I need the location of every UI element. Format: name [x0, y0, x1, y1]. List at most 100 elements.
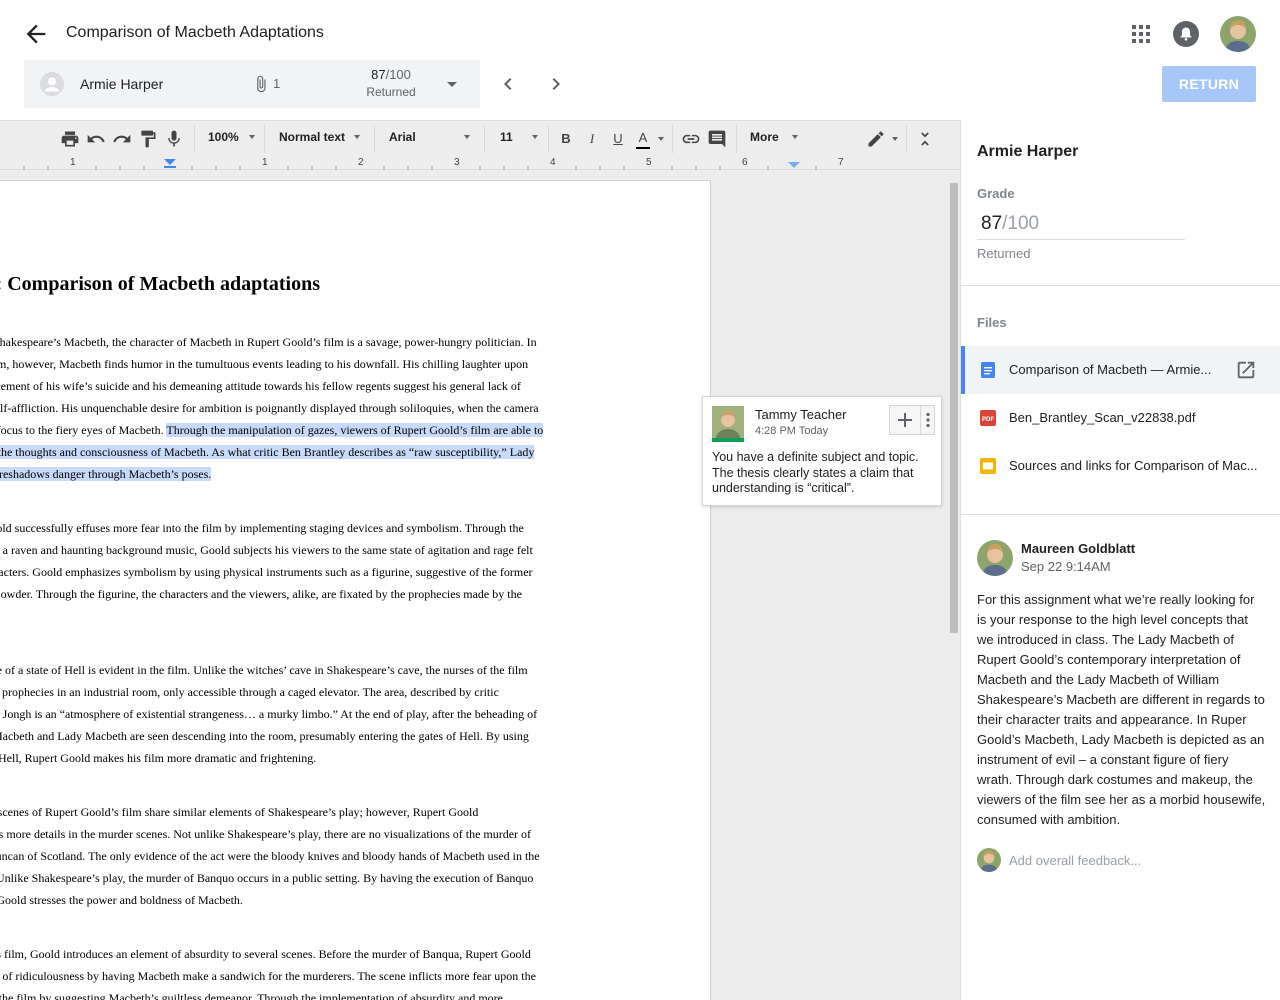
document-editor: 100% Normal text Arial 11 B I U A More 1… — [0, 120, 960, 1000]
paragraph-style-value: Normal text — [279, 130, 346, 144]
add-comment-icon[interactable] — [707, 129, 727, 149]
text-run: presence of a state of Hell is evident i… — [0, 663, 528, 677]
text-run: wers of the film by suggesting Macbeth’s… — [0, 991, 504, 1000]
text-line: plements more details in the murder scen… — [0, 823, 600, 845]
text-run: King Duncan of Scotland. The only eviden… — [0, 849, 540, 863]
ruler-ticks — [23, 159, 817, 170]
italic-button[interactable]: I — [582, 129, 602, 149]
comment-text: You have a definite subject and topic. T… — [712, 450, 919, 495]
file-name: Ben_Brantley_Scan_v22838.pdf — [1009, 410, 1196, 425]
comment-actions — [889, 405, 935, 435]
grading-panel: Armie Harper Grade 87/100 Returned Files… — [960, 120, 1280, 1000]
return-button[interactable]: RETURN — [1162, 66, 1256, 102]
grade-label: Grade — [977, 186, 1015, 201]
feedback-author: Maureen Goldblatt — [1021, 541, 1136, 556]
student-dropdown-icon[interactable] — [442, 74, 462, 94]
paragraph-style-select[interactable]: Normal text — [279, 130, 363, 148]
text-run: s a twist of ridiculousness by having Ma… — [0, 969, 536, 983]
essay-paragraph: presence of a state of Hell is evident i… — [0, 659, 600, 769]
add-plus-icon[interactable] — [890, 406, 920, 434]
text-line: King Duncan of Scotland. The only eviden… — [0, 845, 600, 867]
document-page[interactable]: ssay: Comparison of Macbeth adaptations … — [0, 180, 711, 1000]
scrollbar-thumb[interactable] — [950, 183, 958, 633]
google-slides-icon — [979, 457, 997, 475]
text-run: ane of Cowder. Through the figurine, the… — [0, 587, 522, 601]
ruler-number: 7 — [838, 157, 844, 168]
google-docs-icon — [979, 361, 997, 379]
font-select[interactable]: Arial — [389, 130, 473, 148]
attachment-count: 1 — [273, 76, 281, 91]
text-line: ane of Cowder. Through the figurine, the… — [0, 583, 600, 605]
panel-grade-total: /100 — [1002, 213, 1040, 234]
grade-value: 87 — [371, 67, 386, 82]
teacher-avatar — [977, 540, 1013, 576]
print-icon[interactable] — [60, 129, 80, 149]
notifications-bell-icon[interactable] — [1172, 20, 1200, 48]
divider — [961, 285, 1280, 286]
microphone-icon[interactable] — [164, 129, 184, 149]
comment-card[interactable]: Tammy Teacher 4:28 PM Today You have a d… — [702, 396, 942, 506]
student-grade: 87/100 Returned — [360, 67, 422, 99]
text-run: cution. Unlike Shakespeare’s play, the m… — [0, 871, 534, 885]
text-line: aking of a raven and haunting background… — [0, 539, 600, 561]
feedback-time: Sep 22 9:14AM — [1021, 559, 1111, 574]
font-size-select[interactable]: 11 — [500, 130, 542, 148]
text-line: cbeth foreshadows danger through Macbeth… — [0, 463, 600, 485]
font-size-value: 11 — [500, 130, 513, 144]
ruler-number: 6 — [742, 157, 748, 168]
ruler-number: 5 — [646, 157, 652, 168]
student-name: Armie Harper — [80, 76, 164, 92]
student-selector[interactable]: Armie Harper 1 87/100 Returned — [24, 60, 480, 108]
apps-grid-icon[interactable] — [1131, 24, 1151, 44]
text-line: holas de Jongh is an “atmosphere of exis… — [0, 703, 600, 725]
open-in-new-icon[interactable] — [1235, 359, 1257, 381]
more-menu[interactable]: More — [750, 130, 800, 148]
more-menu-label: More — [750, 130, 779, 144]
files-label: Files — [977, 315, 1007, 330]
editing-mode-pencil-icon[interactable] — [866, 129, 900, 149]
text-line: old’s film, however, Macbeth finds humor… — [0, 353, 600, 375]
essay-paragraph: ough his film, Goold introduces an eleme… — [0, 943, 600, 1000]
insert-link-icon[interactable] — [681, 129, 701, 149]
text-color-letter: A — [636, 129, 650, 149]
highlighted-text: erience the thoughts and consciousness o… — [0, 445, 535, 459]
highlighted-text: Through the manipulation of gazes, viewe… — [166, 423, 544, 437]
grade-input[interactable]: 87/100 — [977, 212, 1185, 240]
previous-student-chevron-icon[interactable] — [496, 72, 520, 96]
text-line: murder scenes of Rupert Goold’s film sha… — [0, 801, 600, 823]
bold-button[interactable]: B — [556, 129, 576, 149]
text-run: plements more details in the murder scen… — [0, 827, 532, 841]
redo-icon[interactable] — [112, 129, 132, 149]
panel-grade-value: 87 — [981, 213, 1003, 234]
text-line: lt and self-affliction. His unquenchable… — [0, 397, 600, 419]
feedback-text: For this assignment what we’re really lo… — [977, 592, 1266, 827]
file-row-google-doc[interactable]: Comparison of Macbeth — Armie... — [961, 346, 1280, 394]
next-student-chevron-icon[interactable] — [544, 72, 568, 96]
text-run: state of Hell, Rupert Goold makes his fi… — [0, 751, 317, 765]
more-vert-icon[interactable] — [920, 406, 934, 434]
ruler-number: 4 — [550, 157, 556, 168]
undo-icon[interactable] — [86, 129, 106, 149]
collapse-toolbar-icon[interactable] — [915, 129, 935, 149]
text-run: murder scenes of Rupert Goold’s film sha… — [0, 805, 479, 819]
file-row-slides[interactable]: Sources and links for Comparison of Mac.… — [961, 442, 1280, 490]
text-run: old’s film, however, Macbeth finds humor… — [0, 357, 529, 371]
add-feedback-input[interactable] — [1009, 850, 1259, 870]
file-row-pdf[interactable]: PDF Ben_Brantley_Scan_v22838.pdf — [961, 394, 1280, 442]
account-avatar[interactable] — [1220, 16, 1256, 52]
current-user-avatar — [977, 848, 1001, 872]
text-line: presence of a state of Hell is evident i… — [0, 659, 600, 681]
text-line: wers of the film by suggesting Macbeth’s… — [0, 987, 600, 1000]
back-arrow-icon[interactable] — [22, 20, 50, 48]
comment-time: 4:28 PM Today — [755, 425, 829, 437]
paint-format-icon[interactable] — [138, 129, 158, 149]
text-line: erience the thoughts and consciousness o… — [0, 441, 600, 463]
essay-paragraph: pert Goold successfully effuses more fea… — [0, 517, 600, 627]
zoom-select[interactable]: 100% — [208, 130, 258, 148]
zoom-value: 100% — [208, 130, 239, 144]
text-line: s a twist of ridiculousness by having Ma… — [0, 965, 600, 987]
text-run: announcement of his wife’s suicide and h… — [0, 379, 521, 393]
text-run: unlike Shakespeare’s Macbeth, the charac… — [0, 335, 537, 349]
underline-button[interactable]: U — [608, 129, 628, 149]
text-color-button[interactable]: A — [634, 129, 664, 149]
